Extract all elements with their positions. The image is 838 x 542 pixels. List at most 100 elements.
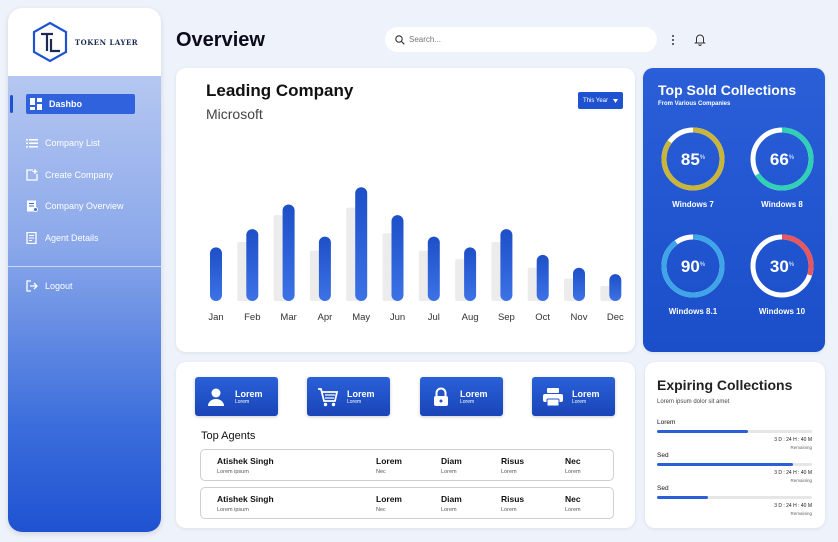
logo[interactable]: TOKEN LAYER [8, 8, 161, 76]
x-tick-label: Apr [318, 312, 333, 323]
sidebar: TOKEN LAYER Dashbo Company List Create C… [8, 8, 161, 532]
x-tick-label: Dec [607, 312, 624, 323]
sidebar-item-logout[interactable]: Logout [26, 276, 136, 296]
top-sold-subtitle: From Various Companies [658, 101, 731, 107]
agent-cell: Risus [501, 456, 525, 466]
quick-button-label: Lorem [460, 388, 488, 399]
expiring-item[interactable]: Sed 3 D : 24 H : 40 M Remaining [657, 485, 815, 516]
agent-cell-sub: Lorem [501, 469, 517, 475]
top-agents-title: Top Agents [201, 430, 256, 442]
x-tick-label: Jun [390, 312, 405, 323]
sidebar-item-create-company[interactable]: Create Company [26, 165, 136, 185]
lock-icon [434, 387, 448, 406]
sidebar-item-label: Dashbo [49, 99, 83, 109]
expiring-item-label: Sed [657, 485, 669, 492]
table-row[interactable]: Atishek Singh Lorem ipsum Lorem Nec Diam Lo… [200, 449, 614, 481]
progress-fill [657, 430, 749, 433]
donut-label: Windows 10 [758, 307, 806, 316]
sidebar-item-label: Company Overview [45, 201, 124, 211]
donut-label: Windows 8.1 [668, 307, 718, 316]
donut-chart-4: 30% [750, 234, 814, 298]
quick-button-4[interactable]: Lorem Lorem [532, 377, 615, 416]
x-tick-label: Sep [498, 312, 515, 323]
quick-button-1[interactable]: Lorem Lorem [195, 377, 278, 416]
x-tick-label: May [352, 312, 370, 323]
agent-cell: Risus [501, 494, 525, 504]
bar-may [355, 187, 368, 301]
sidebar-item-agent-details[interactable]: Agent Details [26, 228, 136, 248]
sidebar-item-label: Create Company [45, 170, 114, 180]
bar-nov [573, 267, 585, 301]
logout-label: Logout [45, 281, 73, 291]
list-icon [26, 139, 38, 148]
donut-chart-1: 85% [661, 127, 725, 191]
agent-cell: Lorem [376, 494, 402, 504]
expiring-item[interactable]: Lorem 3 D : 24 H : 40 M Remaining [657, 419, 815, 450]
donut-value: 85% [681, 150, 706, 169]
logout-icon [26, 280, 38, 292]
printer-icon [543, 387, 563, 406]
agent-cell-sub: Lorem [441, 507, 457, 513]
expiring-time: 3 D : 24 H : 40 M [774, 437, 812, 443]
expiring-item-label: Lorem [657, 419, 676, 426]
quick-button-3[interactable]: Lorem Lorem [420, 377, 503, 416]
sidebar-item-company-list[interactable]: Company List [26, 133, 136, 153]
search-bar[interactable] [385, 27, 657, 52]
more-menu-icon[interactable] [668, 33, 678, 47]
donut-chart-2: 66% [750, 127, 814, 191]
quick-button-2[interactable]: Lorem Lorem [307, 377, 390, 416]
bar-feb [246, 229, 259, 301]
expiring-card: Expiring Collections Lorem ipsum dolor s… [645, 362, 825, 528]
expiring-item-label: Sed [657, 452, 669, 459]
donut-value: 90% [681, 257, 706, 276]
x-tick-label: Feb [244, 312, 260, 323]
table-row[interactable]: Atishek Singh Lorem ipsum Lorem Nec Diam Lo… [200, 487, 614, 519]
logo-mark-icon [32, 21, 67, 63]
progress-fill [657, 463, 794, 466]
bar-dec [609, 274, 622, 301]
agent-cell-sub: Nec [376, 469, 386, 475]
bell-icon[interactable] [693, 32, 707, 46]
x-tick-label: Oct [535, 312, 550, 323]
progress-track [657, 496, 812, 499]
quick-button-sublabel: Lorem [460, 398, 475, 405]
top-sold-title: Top Sold Collections [658, 82, 797, 98]
bar-oct [536, 254, 549, 301]
expiring-remaining: Remaining [790, 511, 812, 516]
sidebar-item-dashboard[interactable]: Dashbo [26, 94, 135, 114]
search-icon [395, 34, 405, 45]
bar-apr [318, 236, 331, 301]
progress-track [657, 430, 812, 433]
brand-name: TOKEN LAYER [74, 37, 139, 47]
agent-cell: Lorem [376, 456, 402, 466]
agent-name-sub: Lorem ipsum [217, 507, 249, 513]
progress-fill [657, 496, 709, 499]
person-icon [208, 388, 224, 406]
agent-name: Atishek Singh [217, 494, 274, 504]
x-tick-label: Jan [208, 312, 223, 323]
quick-button-sublabel: Lorem [235, 398, 250, 405]
expiring-time: 3 D : 24 H : 40 M [774, 470, 812, 476]
quick-button-label: Lorem [347, 388, 375, 399]
search-input[interactable] [409, 35, 629, 44]
donut-value: 30% [770, 257, 795, 276]
agent-cell: Nec [565, 456, 581, 466]
dashboard-icon [30, 98, 42, 110]
x-tick-label: Jul [428, 312, 440, 323]
sidebar-item-label: Agent Details [45, 233, 99, 243]
x-tick-label: Mar [280, 312, 296, 323]
donut-label: Windows 7 [672, 200, 714, 209]
leading-company-card: Leading Company Microsoft This Year Jan F… [176, 68, 635, 352]
quick-button-sublabel: Lorem [347, 398, 362, 405]
page-title: Overview [176, 29, 265, 51]
agent-cell: Diam [441, 494, 462, 504]
bar-jan [210, 247, 222, 301]
sidebar-item-company-overview[interactable]: Company Overview [26, 196, 136, 216]
sidebar-divider [8, 266, 161, 267]
bar-aug [464, 247, 477, 301]
expiring-title: Expiring Collections [657, 377, 793, 393]
expiring-item[interactable]: Sed 3 D : 24 H : 40 M Remaining [657, 452, 815, 483]
quick-button-label: Lorem [235, 388, 263, 399]
active-indicator [10, 95, 13, 113]
agent-cell-sub: Lorem [565, 469, 581, 475]
